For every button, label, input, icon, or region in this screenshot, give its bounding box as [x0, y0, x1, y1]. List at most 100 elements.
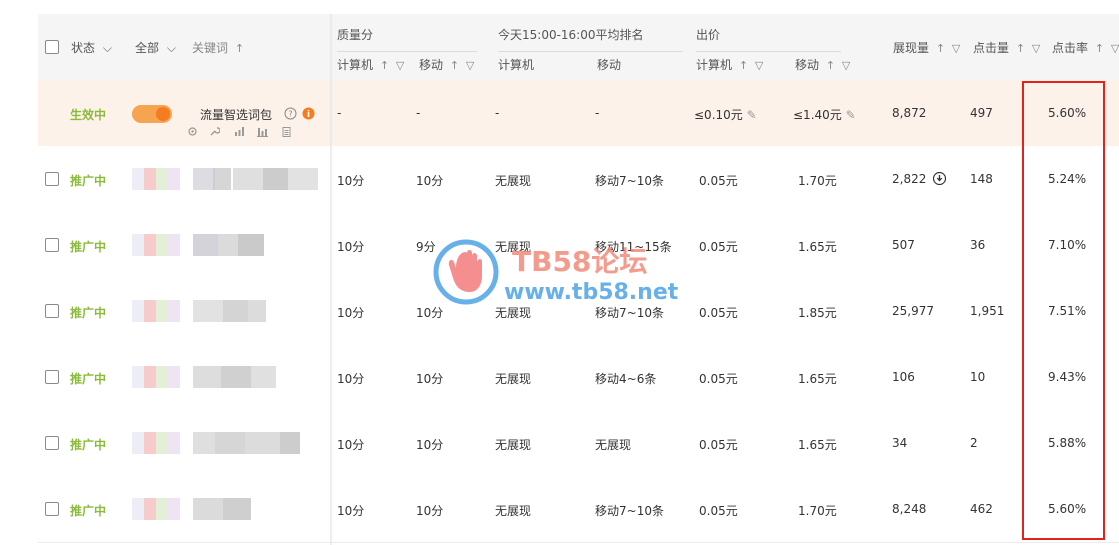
- impressions-header[interactable]: 展现量 ↑ ▽: [893, 39, 960, 56]
- svg-text:?: ?: [288, 110, 292, 119]
- impressions-value: 507: [892, 238, 915, 252]
- ctr-header[interactable]: 点击率 ↑ ▽: [1052, 39, 1119, 56]
- bid-mobile-text: ≤1.40元: [793, 108, 842, 122]
- bid-pc-value: 0.05元: [699, 306, 738, 320]
- rank-mobile-value: 移动4~6条: [595, 372, 657, 386]
- keyword-header[interactable]: 关键词 ↑: [192, 39, 244, 56]
- all-filter-dropdown[interactable]: 全部 ⌵: [135, 39, 176, 56]
- all-filter-label: 全部: [135, 41, 160, 55]
- help-icon[interactable]: ?: [284, 107, 297, 120]
- bid-mobile-header[interactable]: 移动 ↑ ▽: [795, 56, 850, 73]
- hand-logo-icon: [433, 239, 499, 305]
- quality-pc-value: 10分: [337, 438, 365, 452]
- row-checkbox[interactable]: [45, 238, 59, 252]
- filter-icon[interactable]: ▽: [755, 59, 763, 72]
- clicks-label: 点击量: [973, 41, 1010, 55]
- ctr-label: 点击率: [1052, 41, 1089, 55]
- impressions-value: 25,977: [892, 304, 934, 318]
- filter-icon[interactable]: ▽: [952, 42, 960, 55]
- forum-watermark: TB58论坛 www.tb58.net: [432, 238, 692, 308]
- clicks-header[interactable]: 点击量 ↑ ▽: [973, 39, 1040, 56]
- keyword-thumbnail: [132, 432, 180, 454]
- pencil-icon[interactable]: ✎: [846, 108, 856, 122]
- status-filter[interactable]: 状态 ⌵: [71, 39, 112, 56]
- row-status: 推广中: [70, 306, 107, 320]
- impressions-value: 2,822: [892, 172, 927, 186]
- settings-icon[interactable]: [187, 126, 198, 137]
- row-checkbox[interactable]: [45, 304, 59, 318]
- bid-pc-header[interactable]: 计算机 ↑ ▽: [696, 56, 763, 73]
- row-checkbox[interactable]: [45, 172, 59, 186]
- status-header-label: 状态: [71, 41, 96, 55]
- filter-icon[interactable]: ▽: [1032, 42, 1040, 55]
- bid-mobile-label: 移动: [795, 58, 820, 72]
- sort-up-icon[interactable]: ↑: [826, 59, 835, 72]
- rank-pc-header: 计算机: [498, 58, 535, 72]
- rank-mobile-header: 移动: [597, 58, 622, 72]
- clipboard-icon[interactable]: [281, 126, 292, 137]
- keyword-thumbnail: [132, 366, 180, 388]
- keyword-thumbnail: [132, 168, 180, 190]
- row-checkbox[interactable]: [45, 502, 59, 516]
- row-status: 推广中: [70, 372, 107, 386]
- fixed-column-shadow: [330, 14, 333, 545]
- watermark-title: TB58论坛: [512, 245, 648, 278]
- row-checkbox[interactable]: [45, 436, 59, 450]
- bid-mobile-value: 1.70元: [798, 504, 837, 518]
- rank-pc-value: -: [495, 106, 500, 120]
- sort-up-icon[interactable]: ↑: [450, 59, 459, 72]
- enable-toggle[interactable]: [132, 105, 172, 123]
- keyword-header-label: 关键词: [192, 41, 229, 55]
- filter-icon[interactable]: ▽: [466, 59, 474, 72]
- bid-group: 出价: [696, 28, 721, 42]
- chevron-down-icon: ⌵: [166, 41, 176, 55]
- wrench-icon[interactable]: [209, 126, 220, 137]
- group-divider: [498, 51, 683, 52]
- row-status: 推广中: [70, 438, 107, 452]
- sort-up-icon[interactable]: ↑: [380, 59, 389, 72]
- filter-icon[interactable]: ▽: [842, 59, 850, 72]
- sort-up-icon[interactable]: ↑: [936, 42, 945, 55]
- quality-mobile-header[interactable]: 移动 ↑ ▽: [419, 56, 474, 73]
- quality-mobile-value: 10分: [416, 438, 444, 452]
- watermark-url: www.tb58.net: [504, 280, 679, 305]
- select-all-checkbox[interactable]: [45, 40, 59, 54]
- download-icon[interactable]: [933, 172, 946, 185]
- clicks-value: 2: [970, 436, 978, 450]
- quality-pc-header[interactable]: 计算机 ↑ ▽: [337, 56, 404, 73]
- column-chart-icon[interactable]: [257, 126, 268, 137]
- sort-up-icon[interactable]: ↑: [235, 42, 244, 55]
- clicks-value: 1,951: [970, 304, 1005, 318]
- keyword-thumbnail: [132, 234, 180, 256]
- impressions-label: 展现量: [893, 41, 930, 55]
- sort-up-icon[interactable]: ↑: [739, 59, 748, 72]
- ranking-group: 今天15:00-16:00平均排名: [498, 28, 644, 42]
- bid-mobile-value: 1.65元: [798, 240, 837, 254]
- quality-pc-value: 10分: [337, 504, 365, 518]
- bid-mobile-value: 1.85元: [798, 306, 837, 320]
- row-checkbox[interactable]: [45, 370, 59, 384]
- bid-pc-value: 0.05元: [699, 372, 738, 386]
- bid-mobile-value: 1.65元: [798, 372, 837, 386]
- rank-pc-value: 无展现: [495, 174, 532, 188]
- clicks-value: 462: [970, 502, 993, 516]
- quality-pc-value: 10分: [337, 372, 365, 386]
- bid-mobile-value[interactable]: ≤1.40元 ✎: [793, 106, 856, 123]
- quality-mobile-value: 10分: [416, 174, 444, 188]
- bid-pc-text: ≤0.10元: [694, 108, 743, 122]
- sort-up-icon[interactable]: ↑: [1095, 42, 1104, 55]
- row-status: 推广中: [70, 174, 107, 188]
- pencil-icon[interactable]: ✎: [747, 108, 757, 122]
- bar-chart-icon[interactable]: [234, 126, 245, 137]
- bid-pc-value: 0.05元: [699, 504, 738, 518]
- info-icon[interactable]: i: [302, 107, 315, 120]
- filter-icon[interactable]: ▽: [1111, 42, 1119, 55]
- rank-mobile-value: 无展现: [595, 438, 632, 452]
- bid-pc-value[interactable]: ≤0.10元 ✎: [694, 106, 757, 123]
- bid-pc-value: 0.05元: [699, 174, 738, 188]
- filter-icon[interactable]: ▽: [396, 59, 404, 72]
- quality-score-group: 质量分: [337, 28, 374, 42]
- keyword-thumbnail: [132, 300, 180, 322]
- sort-up-icon[interactable]: ↑: [1016, 42, 1025, 55]
- clicks-value: 10: [970, 370, 986, 384]
